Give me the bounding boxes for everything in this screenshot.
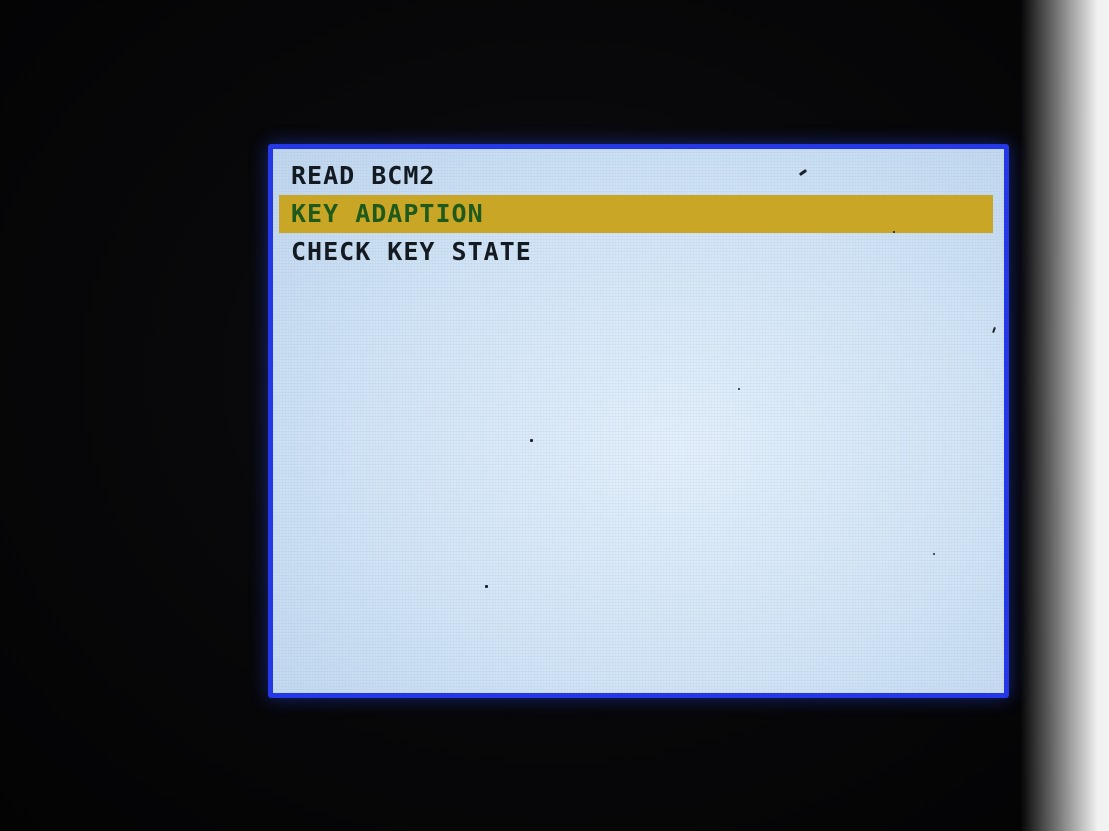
dust-speck — [933, 553, 935, 555]
menu-item-label: KEY ADAPTION — [291, 199, 484, 228]
menu-item-read-bcm2[interactable]: READ BCM2 — [279, 157, 993, 195]
lcd-screen-frame: READ BCM2 KEY ADAPTION CHECK KEY STATE — [268, 144, 1009, 698]
dust-speck — [992, 326, 996, 334]
menu-item-key-adaption[interactable]: KEY ADAPTION — [279, 195, 993, 233]
menu-item-label: CHECK KEY STATE — [291, 237, 532, 266]
dust-speck — [738, 388, 740, 390]
lcd-screen: READ BCM2 KEY ADAPTION CHECK KEY STATE — [273, 149, 1004, 693]
dust-speck — [485, 585, 488, 588]
dust-speck — [530, 439, 533, 442]
menu-item-label: READ BCM2 — [291, 161, 436, 190]
function-menu: READ BCM2 KEY ADAPTION CHECK KEY STATE — [279, 157, 993, 271]
menu-item-check-key-state[interactable]: CHECK KEY STATE — [279, 233, 993, 271]
dust-speck — [893, 231, 895, 233]
